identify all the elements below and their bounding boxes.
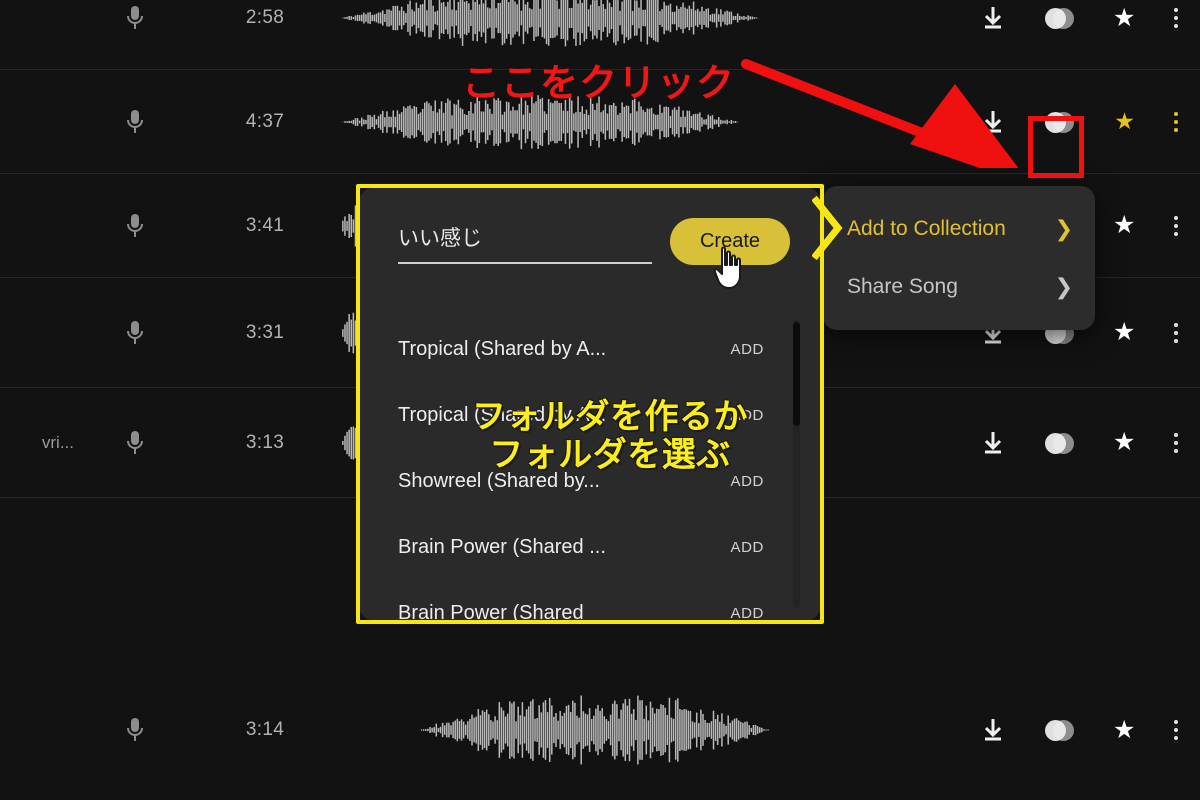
song-title: vri... — [41, 432, 74, 452]
annotation-line-1: フォルダを作るか — [472, 398, 748, 436]
collection-list-item[interactable]: Brain Power (Shared ADD — [360, 580, 820, 621]
song-duration: 3:14 — [245, 719, 285, 740]
dialog-header: いい感じ Create — [360, 188, 820, 265]
song-context-menu: Add to Collection ❯ Share Song ❯ — [823, 186, 1095, 330]
microphone-icon — [80, 211, 190, 241]
star-icon[interactable]: ★ — [1114, 110, 1135, 133]
kebab-menu-icon[interactable] — [1173, 720, 1178, 740]
menu-item-label: Add to Collection — [847, 217, 1006, 240]
song-row[interactable]: 3:14 ★ — [0, 650, 1200, 800]
row-actions: ★ — [970, 107, 1200, 137]
download-icon[interactable] — [980, 717, 1006, 743]
kebab-menu-icon[interactable] — [1173, 8, 1178, 28]
star-icon[interactable]: ★ — [1113, 717, 1135, 743]
input-underline — [398, 262, 652, 264]
star-icon[interactable]: ★ — [1113, 320, 1135, 345]
collection-name: Brain Power (Shared ... — [398, 535, 606, 558]
create-collection-button[interactable]: Create — [669, 218, 790, 265]
song-duration: 3:41 — [245, 214, 285, 236]
annotation-line-2: フォルダを選ぶ — [489, 436, 731, 475]
download-icon[interactable] — [980, 430, 1006, 456]
menu-item-share-song[interactable]: Share Song ❯ — [823, 258, 1095, 316]
add-collection-button[interactable]: ADD — [731, 539, 764, 556]
song-duration: 2:58 — [245, 7, 285, 28]
kebab-menu-icon[interactable] — [1173, 432, 1178, 453]
row-actions: ★ — [970, 715, 1200, 745]
kebab-menu-icon[interactable] — [1173, 322, 1178, 343]
app-root: 2:58 ★ 4:37 ★ 3:41 ★ 3:31 ★ vri... 3:13 … — [0, 0, 1200, 800]
song-duration: 4:37 — [245, 110, 285, 132]
menu-item-label: Share Song — [847, 275, 958, 298]
collection-list-item[interactable]: Tropical (Shared by A... ADD — [360, 316, 820, 382]
dual-circle-icon[interactable] — [1045, 107, 1075, 137]
add-collection-button[interactable]: ADD — [731, 341, 764, 358]
add-collection-button[interactable]: ADD — [731, 473, 764, 490]
star-icon[interactable]: ★ — [1113, 430, 1135, 455]
microphone-icon — [80, 107, 190, 137]
annotation-top-text: ここをクリック — [462, 63, 736, 105]
annotation-middle-text: フォルダを作るか フォルダを選ぶ — [400, 398, 820, 474]
collection-name-value: いい感じ — [398, 227, 482, 250]
waveform[interactable] — [340, 693, 970, 767]
kebab-menu-icon[interactable] — [1173, 215, 1178, 236]
collection-name: Tropical (Shared by A... — [398, 337, 607, 360]
row-actions: ★ — [970, 428, 1200, 458]
song-duration: 3:13 — [245, 431, 285, 453]
waveform[interactable] — [340, 0, 970, 49]
dual-circle-icon[interactable] — [1044, 428, 1075, 458]
song-duration: 3:31 — [245, 321, 285, 343]
microphone-icon — [80, 3, 190, 33]
collection-list-item[interactable]: Brain Power (Shared ... ADD — [360, 514, 820, 580]
star-icon[interactable]: ★ — [1113, 5, 1135, 31]
star-icon[interactable]: ★ — [1113, 213, 1135, 238]
microphone-icon — [80, 318, 190, 348]
collection-name: Brain Power (Shared — [398, 601, 584, 621]
kebab-menu-icon[interactable] — [1174, 111, 1178, 132]
download-icon[interactable] — [980, 5, 1006, 31]
microphone-icon — [80, 428, 190, 458]
download-icon[interactable] — [980, 109, 1006, 135]
dual-circle-icon[interactable] — [1044, 715, 1075, 745]
row-actions: ★ — [970, 3, 1200, 33]
menu-item-add-to-collection[interactable]: Add to Collection ❯ — [823, 200, 1095, 258]
chevron-right-icon: ❯ — [1054, 274, 1073, 299]
add-collection-button[interactable]: ADD — [731, 605, 764, 621]
microphone-icon — [80, 715, 190, 745]
chevron-right-icon: ❯ — [1054, 216, 1073, 241]
dual-circle-icon[interactable] — [1044, 3, 1075, 33]
collection-name-input[interactable]: いい感じ — [398, 218, 652, 264]
